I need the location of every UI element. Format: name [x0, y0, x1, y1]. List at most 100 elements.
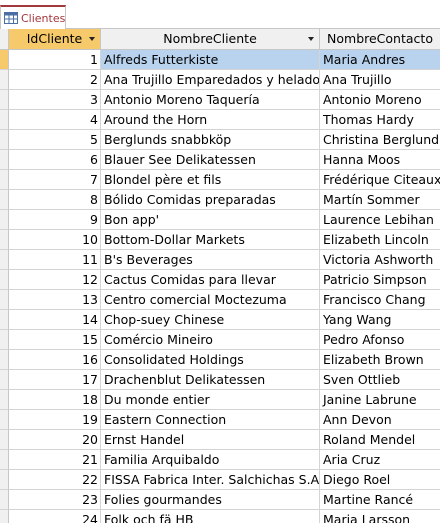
record-selector[interactable]: [0, 310, 9, 330]
table-row[interactable]: 20 Ernst Handel Roland Mendel: [0, 430, 440, 450]
cell-nombrecontacto[interactable]: Antonio Moreno: [320, 90, 440, 110]
table-row[interactable]: 16 Consolidated Holdings Elizabeth Brown: [0, 350, 440, 370]
cell-nombrecliente[interactable]: Bon app': [101, 210, 320, 230]
record-selector[interactable]: [0, 110, 9, 130]
cell-nombrecontacto[interactable]: Elizabeth Lincoln: [320, 230, 440, 250]
record-selector[interactable]: [0, 270, 9, 290]
table-row[interactable]: 23 Folies gourmandes Martine Rancé: [0, 490, 440, 510]
cell-nombrecontacto[interactable]: Diego Roel: [320, 470, 440, 490]
cell-nombrecliente[interactable]: Familia Arquibaldo: [101, 450, 320, 470]
record-selector[interactable]: [0, 370, 9, 390]
table-row[interactable]: 17 Drachenblut Delikatessen Sven Ottlieb: [0, 370, 440, 390]
cell-nombrecliente[interactable]: Bottom-Dollar Markets: [101, 230, 320, 250]
cell-nombrecliente[interactable]: Ernst Handel: [101, 430, 320, 450]
record-selector[interactable]: [0, 330, 9, 350]
record-selector[interactable]: [0, 170, 9, 190]
cell-nombrecontacto[interactable]: Ana Trujillo: [320, 70, 440, 90]
cell-nombrecontacto[interactable]: Francisco Chang: [320, 290, 440, 310]
cell-nombrecliente[interactable]: Folk och fä HB: [101, 510, 320, 523]
cell-nombrecontacto[interactable]: Sven Ottlieb: [320, 370, 440, 390]
cell-idcliente[interactable]: 22: [9, 470, 101, 490]
table-row[interactable]: 15 Comércio Mineiro Pedro Afonso: [0, 330, 440, 350]
cell-idcliente[interactable]: 2: [9, 70, 101, 90]
cell-idcliente[interactable]: 13: [9, 290, 101, 310]
table-row[interactable]: 7 Blondel père et fils Frédérique Citeaux: [0, 170, 440, 190]
cell-nombrecontacto[interactable]: Ann Devon: [320, 410, 440, 430]
record-selector[interactable]: [0, 390, 9, 410]
record-selector[interactable]: [0, 230, 9, 250]
cell-nombrecliente[interactable]: Du monde entier: [101, 390, 320, 410]
cell-nombrecontacto[interactable]: Victoria Ashworth: [320, 250, 440, 270]
cell-idcliente[interactable]: 10: [9, 230, 101, 250]
cell-idcliente[interactable]: 9: [9, 210, 101, 230]
cell-nombrecliente[interactable]: Blondel père et fils: [101, 170, 320, 190]
record-selector[interactable]: [0, 150, 9, 170]
cell-idcliente[interactable]: 20: [9, 430, 101, 450]
cell-nombrecliente[interactable]: Drachenblut Delikatessen: [101, 370, 320, 390]
cell-nombrecontacto[interactable]: Martín Sommer: [320, 190, 440, 210]
table-row[interactable]: 9 Bon app' Laurence Lebihan: [0, 210, 440, 230]
cell-nombrecontacto[interactable]: Maria Larsson: [320, 510, 440, 523]
cell-nombrecliente[interactable]: Eastern Connection: [101, 410, 320, 430]
cell-idcliente[interactable]: 6: [9, 150, 101, 170]
table-row[interactable]: 18 Du monde entier Janine Labrune: [0, 390, 440, 410]
cell-nombrecliente[interactable]: Alfreds Futterkiste: [101, 50, 320, 70]
cell-idcliente[interactable]: 16: [9, 350, 101, 370]
table-row[interactable]: 5 Berglunds snabbköp Christina Berglund: [0, 130, 440, 150]
cell-idcliente[interactable]: 11: [9, 250, 101, 270]
cell-nombrecliente[interactable]: Consolidated Holdings: [101, 350, 320, 370]
table-row[interactable]: 11 B's Beverages Victoria Ashworth: [0, 250, 440, 270]
cell-nombrecliente[interactable]: Antonio Moreno Taquería: [101, 90, 320, 110]
record-selector[interactable]: [0, 210, 9, 230]
cell-idcliente[interactable]: 17: [9, 370, 101, 390]
cell-nombrecliente[interactable]: Around the Horn: [101, 110, 320, 130]
cell-nombrecontacto[interactable]: Laurence Lebihan: [320, 210, 440, 230]
table-row[interactable]: 2 Ana Trujillo Emparedados y helados Ana T…: [0, 70, 440, 90]
cell-nombrecontacto[interactable]: Yang Wang: [320, 310, 440, 330]
table-row[interactable]: 22 FISSA Fabrica Inter. Salchichas S.A. Di…: [0, 470, 440, 490]
table-row[interactable]: 4 Around the Horn Thomas Hardy: [0, 110, 440, 130]
cell-nombrecontacto[interactable]: Martine Rancé: [320, 490, 440, 510]
record-selector[interactable]: [0, 490, 9, 510]
cell-idcliente[interactable]: 19: [9, 410, 101, 430]
table-row[interactable]: 24 Folk och fä HB Maria Larsson: [0, 510, 440, 523]
table-row[interactable]: 10 Bottom-Dollar Markets Elizabeth Lincoln: [0, 230, 440, 250]
cell-nombrecliente[interactable]: FISSA Fabrica Inter. Salchichas S.A.: [101, 470, 320, 490]
cell-idcliente[interactable]: 23: [9, 490, 101, 510]
column-header-idcliente[interactable]: IdCliente: [9, 29, 101, 50]
table-row[interactable]: 6 Blauer See Delikatessen Hanna Moos: [0, 150, 440, 170]
record-selector[interactable]: [0, 190, 9, 210]
record-selector[interactable]: [0, 510, 9, 523]
cell-idcliente[interactable]: 12: [9, 270, 101, 290]
cell-idcliente[interactable]: 4: [9, 110, 101, 130]
table-row[interactable]: 14 Chop-suey Chinese Yang Wang: [0, 310, 440, 330]
cell-nombrecontacto[interactable]: Hanna Moos: [320, 150, 440, 170]
cell-nombrecontacto[interactable]: Patricio Simpson: [320, 270, 440, 290]
cell-nombrecontacto[interactable]: Christina Berglund: [320, 130, 440, 150]
record-selector[interactable]: [0, 290, 9, 310]
cell-idcliente[interactable]: 7: [9, 170, 101, 190]
table-row[interactable]: 12 Cactus Comidas para llevar Patricio Sim…: [0, 270, 440, 290]
table-row[interactable]: 8 Bólido Comidas preparadas Martín Sommer: [0, 190, 440, 210]
cell-idcliente[interactable]: 3: [9, 90, 101, 110]
table-row[interactable]: 19 Eastern Connection Ann Devon: [0, 410, 440, 430]
record-selector[interactable]: [0, 250, 9, 270]
cell-idcliente[interactable]: 15: [9, 330, 101, 350]
record-selector[interactable]: [0, 410, 9, 430]
dropdown-arrow-icon[interactable]: [89, 37, 95, 41]
dropdown-arrow-icon[interactable]: [308, 37, 314, 41]
cell-idcliente[interactable]: 5: [9, 130, 101, 150]
cell-idcliente[interactable]: 14: [9, 310, 101, 330]
table-row[interactable]: 1 Alfreds Futterkiste Maria Andres: [0, 50, 440, 70]
cell-nombrecontacto[interactable]: Aria Cruz: [320, 450, 440, 470]
cell-nombrecontacto[interactable]: Maria Andres: [320, 50, 440, 70]
cell-nombrecliente[interactable]: Cactus Comidas para llevar: [101, 270, 320, 290]
cell-nombrecliente[interactable]: Ana Trujillo Emparedados y helados: [101, 70, 320, 90]
cell-nombrecontacto[interactable]: Elizabeth Brown: [320, 350, 440, 370]
cell-nombrecontacto[interactable]: Thomas Hardy: [320, 110, 440, 130]
tab-clientes[interactable]: Clientes: [0, 5, 66, 29]
cell-nombrecontacto[interactable]: Pedro Afonso: [320, 330, 440, 350]
record-selector[interactable]: [0, 130, 9, 150]
table-row[interactable]: 13 Centro comercial Moctezuma Francisco Ch…: [0, 290, 440, 310]
record-selector[interactable]: [0, 470, 9, 490]
